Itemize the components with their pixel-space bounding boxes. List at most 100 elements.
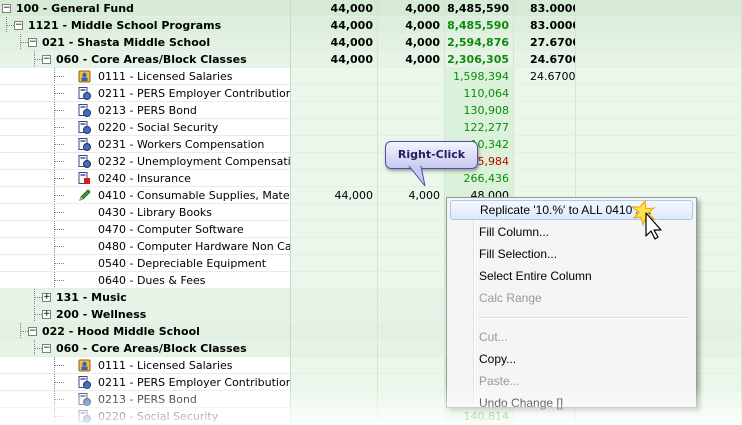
collapse-icon[interactable]: − (42, 344, 51, 353)
change-cell[interactable] (378, 221, 445, 238)
menu-item-select-entire-column[interactable]: Select Entire Column (450, 266, 693, 286)
fte-cell[interactable] (514, 102, 576, 119)
total-cell[interactable]: 266,436 (445, 170, 514, 187)
collapse-icon[interactable]: − (28, 327, 37, 336)
change-cell[interactable] (378, 119, 445, 136)
change-cell[interactable]: 4,000 (378, 51, 445, 68)
change-cell[interactable] (378, 357, 445, 374)
group-row[interactable]: −1121 - Middle School Programs 44,000 4,00… (0, 17, 742, 34)
amount-cell[interactable] (291, 272, 378, 289)
account-name-cell[interactable]: 0231 - Workers Compensation (0, 136, 291, 153)
change-cell[interactable] (378, 238, 445, 255)
expand-icon[interactable]: + (42, 310, 51, 319)
amount-cell[interactable] (291, 238, 378, 255)
amount-cell[interactable] (291, 170, 378, 187)
amount-cell[interactable] (291, 136, 378, 153)
group-row[interactable]: −021 - Shasta Middle School 44,000 4,000 2,… (0, 34, 742, 51)
fte-cell[interactable] (514, 85, 576, 102)
account-name-cell[interactable]: 0111 - Licensed Salaries (0, 68, 291, 85)
blank-cell[interactable] (576, 136, 742, 153)
fte-cell[interactable]: 24.6700 (514, 68, 576, 85)
account-row[interactable]: 0232 - Unemployment Compensation 15,984 (0, 153, 742, 170)
change-cell[interactable] (378, 408, 445, 425)
amount-cell[interactable] (291, 323, 378, 340)
account-row[interactable]: 0213 - PERS Bond 130,908 (0, 102, 742, 119)
account-name-cell[interactable]: 0240 - Insurance (0, 170, 291, 187)
account-row[interactable]: 0231 - Workers Compensation 10,342 (0, 136, 742, 153)
amount-cell[interactable] (291, 68, 378, 85)
amount-cell[interactable] (291, 85, 378, 102)
change-cell[interactable]: 4,000 (378, 0, 445, 17)
amount-cell[interactable]: 44,000 (291, 34, 378, 51)
blank-cell[interactable] (576, 51, 742, 68)
amount-cell[interactable] (291, 119, 378, 136)
total-cell[interactable]: 122,277 (445, 119, 514, 136)
change-cell[interactable] (378, 391, 445, 408)
collapse-icon[interactable]: − (28, 38, 37, 47)
change-cell[interactable] (378, 306, 445, 323)
fte-cell[interactable]: 83.0000 (514, 0, 576, 17)
amount-cell[interactable] (291, 408, 378, 425)
account-name-cell[interactable]: 0470 - Computer Software (0, 221, 291, 238)
fte-cell[interactable] (514, 136, 576, 153)
collapse-icon[interactable]: − (42, 55, 51, 64)
account-name-cell[interactable]: −1121 - Middle School Programs (0, 17, 291, 34)
account-name-cell[interactable]: +200 - Wellness (0, 306, 291, 323)
menu-item-fill-selection[interactable]: Fill Selection... (450, 244, 693, 264)
change-cell[interactable] (378, 255, 445, 272)
change-cell[interactable] (378, 272, 445, 289)
fte-cell[interactable]: 24.6700 (514, 51, 576, 68)
change-cell[interactable] (378, 340, 445, 357)
change-cell[interactable] (378, 68, 445, 85)
account-name-cell[interactable]: 0640 - Dues & Fees (0, 272, 291, 289)
total-cell[interactable]: 110,064 (445, 85, 514, 102)
account-row[interactable]: 0211 - PERS Employer Contribution 110,064 (0, 85, 742, 102)
change-cell[interactable] (378, 289, 445, 306)
menu-item-undo-change[interactable]: Undo Change [] (450, 393, 693, 413)
amount-cell[interactable] (291, 391, 378, 408)
blank-cell[interactable] (576, 170, 742, 187)
account-name-cell[interactable]: −022 - Hood Middle School (0, 323, 291, 340)
account-row[interactable]: 0240 - Insurance 266,436 (0, 170, 742, 187)
fte-cell[interactable] (514, 153, 576, 170)
blank-cell[interactable] (576, 153, 742, 170)
blank-cell[interactable] (576, 17, 742, 34)
account-name-cell[interactable]: 0232 - Unemployment Compensation (0, 153, 291, 170)
collapse-icon[interactable]: − (2, 4, 11, 13)
account-name-cell[interactable]: 0480 - Computer Hardware Non Capi... (0, 238, 291, 255)
account-name-cell[interactable]: −060 - Core Areas/Block Classes (0, 51, 291, 68)
amount-cell[interactable] (291, 306, 378, 323)
account-name-cell[interactable]: 0211 - PERS Employer Contribution (0, 85, 291, 102)
account-name-cell[interactable]: 0213 - PERS Bond (0, 102, 291, 119)
account-name-cell[interactable]: 0410 - Consumable Supplies, Material (0, 187, 291, 204)
amount-cell[interactable]: 44,000 (291, 17, 378, 34)
blank-cell[interactable] (576, 85, 742, 102)
total-cell[interactable]: 1,598,394 (445, 68, 514, 85)
account-name-cell[interactable]: −021 - Shasta Middle School (0, 34, 291, 51)
blank-cell[interactable] (576, 102, 742, 119)
fte-cell[interactable] (514, 119, 576, 136)
amount-cell[interactable]: 44,000 (291, 187, 378, 204)
total-cell[interactable]: 2,594,876 (445, 34, 514, 51)
account-name-cell[interactable]: −100 - General Fund (0, 0, 291, 17)
account-row[interactable]: 0220 - Social Security 122,277 (0, 119, 742, 136)
blank-cell[interactable] (576, 0, 742, 17)
fte-cell[interactable]: 83.0000 (514, 17, 576, 34)
amount-cell[interactable] (291, 221, 378, 238)
change-cell[interactable] (378, 85, 445, 102)
account-name-cell[interactable]: 0111 - Licensed Salaries (0, 357, 291, 374)
change-cell[interactable]: 4,000 (378, 187, 445, 204)
account-name-cell[interactable]: 0213 - PERS Bond (0, 391, 291, 408)
fte-cell[interactable]: 27.6700 (514, 34, 576, 51)
blank-cell[interactable] (576, 68, 742, 85)
total-cell[interactable]: 8,485,590 (445, 17, 514, 34)
amount-cell[interactable] (291, 153, 378, 170)
menu-item-copy[interactable]: Copy... (450, 349, 693, 369)
amount-cell[interactable] (291, 255, 378, 272)
account-name-cell[interactable]: −060 - Core Areas/Block Classes (0, 340, 291, 357)
amount-cell[interactable] (291, 357, 378, 374)
change-cell[interactable]: 4,000 (378, 34, 445, 51)
expand-icon[interactable]: + (42, 293, 51, 302)
amount-cell[interactable]: 44,000 (291, 0, 378, 17)
amount-cell[interactable] (291, 289, 378, 306)
